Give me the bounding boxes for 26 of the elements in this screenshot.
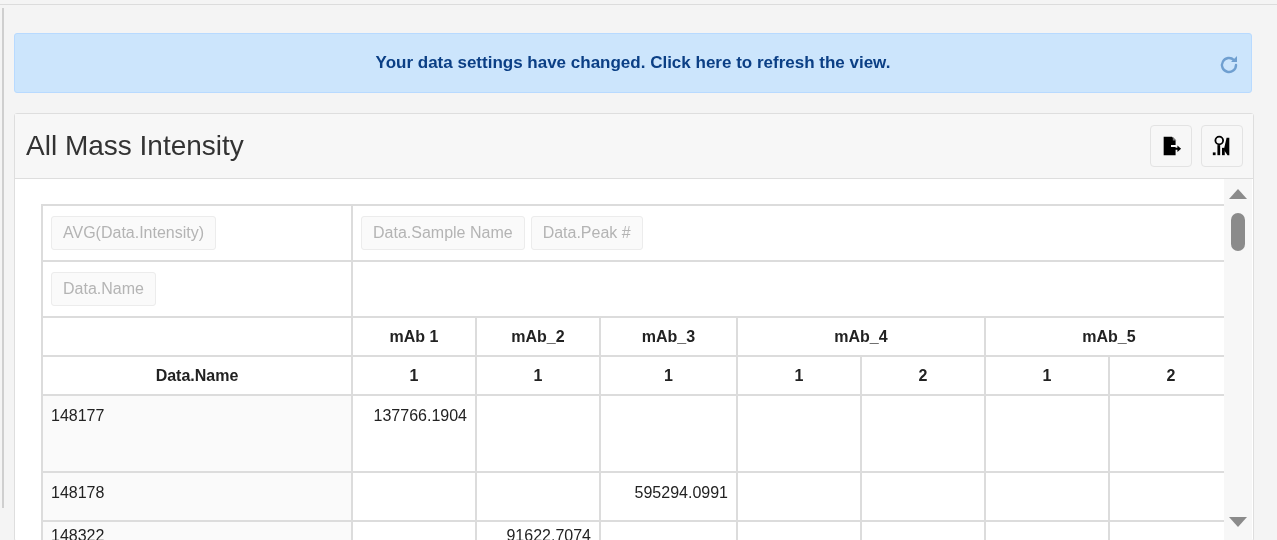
column-header: mAb_2 bbox=[476, 317, 600, 356]
column-header: 1 bbox=[985, 356, 1109, 395]
table-cell: 137766.1904 bbox=[352, 395, 476, 472]
column-header: 1 bbox=[737, 356, 861, 395]
row-label: 148178 bbox=[42, 472, 352, 521]
scrollbar-thumb[interactable] bbox=[1231, 213, 1245, 251]
column-header: 1 bbox=[352, 356, 476, 395]
export-button[interactable] bbox=[1150, 125, 1192, 167]
column-header: mAb 1 bbox=[352, 317, 476, 356]
refresh-banner[interactable]: Your data settings have changed. Click here to refresh the view. bbox=[14, 33, 1252, 93]
column-header: mAb_4 bbox=[737, 317, 985, 356]
column-header: 1 bbox=[600, 356, 737, 395]
column-header: mAb_3 bbox=[600, 317, 737, 356]
value-field-chip[interactable]: AVG(Data.Intensity) bbox=[51, 216, 217, 250]
panel-title: All Mass Intensity bbox=[26, 130, 245, 162]
chart-search-button[interactable] bbox=[1201, 125, 1243, 167]
row-field-chip[interactable]: Data.Name bbox=[51, 272, 156, 306]
banner-message: Your data settings have changed. Click here to refresh the view. bbox=[375, 53, 891, 73]
column-field-chip[interactable]: Data.Peak # bbox=[530, 216, 643, 250]
column-field-chip[interactable]: Data.Sample Name bbox=[361, 216, 525, 250]
table-cell: 595294.0991 bbox=[600, 472, 737, 521]
scroll-up-arrow[interactable] bbox=[1229, 189, 1247, 199]
row-label: 148177 bbox=[42, 395, 352, 472]
column-header: 1 bbox=[476, 356, 600, 395]
column-header: 2 bbox=[861, 356, 985, 395]
scroll-down-arrow[interactable] bbox=[1229, 517, 1247, 527]
